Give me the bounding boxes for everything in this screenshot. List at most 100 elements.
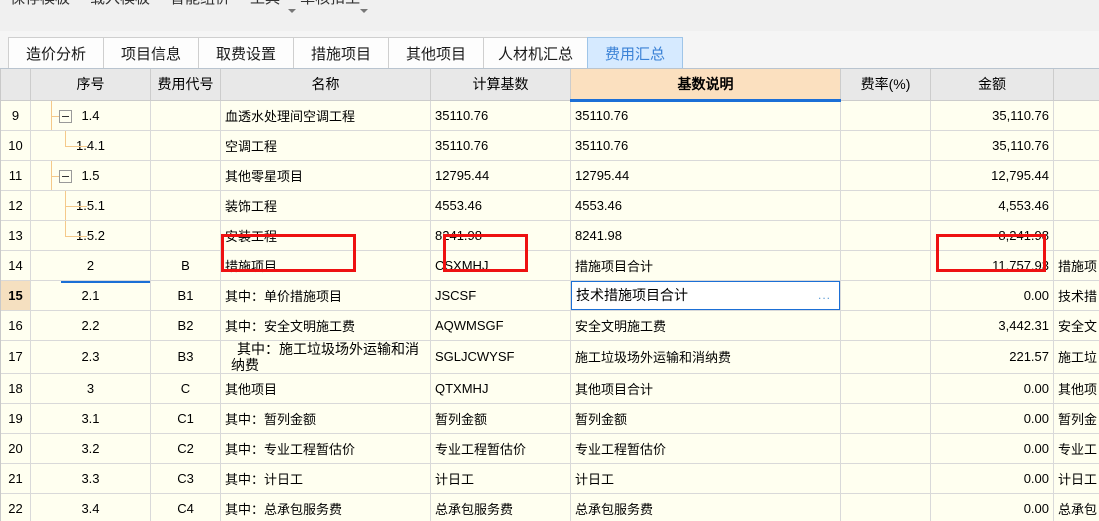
sequence-cell[interactable]: 1.5 (30, 159, 151, 191)
base-description-cell[interactable]: 总承包服务费 (570, 492, 841, 521)
sequence-cell[interactable]: 1.4 (30, 99, 151, 131)
rate-cell[interactable] (840, 432, 931, 464)
extra-cell[interactable]: 其他项 (1053, 372, 1099, 404)
base-description-cell[interactable]: 技术措施项目合计... (570, 279, 841, 311)
base-description-cell[interactable]: 35110.76 (570, 129, 841, 161)
item-name-cell[interactable]: 其他零星项目 (220, 159, 431, 191)
amount-cell[interactable]: 8,241.98 (930, 219, 1054, 251)
row-number-cell[interactable]: 18 (0, 372, 31, 404)
table-row[interactable]: 9 1.4 血透水处理间空调工程 35110.76 35110.76 35,110.76 (0, 99, 1099, 131)
sequence-cell[interactable]: 3.4 (30, 492, 151, 521)
rate-cell[interactable] (840, 402, 931, 434)
item-name-cell[interactable]: 其中：施工垃圾场外运输和消纳费 (220, 339, 431, 374)
item-name-cell[interactable]: 空调工程 (220, 129, 431, 161)
table-row[interactable]: 22 3.4 C4 其中：总承包服务费 总承包服务费 总承包服务费 0.00 总承包 (0, 492, 1099, 521)
rate-cell[interactable] (840, 99, 931, 131)
row-number-cell[interactable]: 10 (0, 129, 31, 161)
table-row[interactable]: 21 3.3 C3 其中：计日工 计日工 计日工 0.00 计日工 (0, 462, 1099, 494)
rate-cell[interactable] (840, 129, 931, 161)
base-description-cell[interactable]: 安全文明施工费 (570, 309, 841, 341)
calculation-base-cell[interactable]: 8241.98 (430, 219, 571, 251)
item-name-cell[interactable]: 其中：单价措施项目 (220, 279, 431, 311)
amount-cell[interactable]: 12,795.44 (930, 159, 1054, 191)
row-number-cell[interactable]: 9 (0, 99, 31, 131)
rate-cell[interactable] (840, 462, 931, 494)
fee-code-cell[interactable]: C4 (150, 492, 221, 521)
tab-measure-items[interactable]: 措施项目 (293, 37, 389, 68)
table-row[interactable]: 20 3.2 C2 其中：专业工程暂估价 专业工程暂估价 专业工程暂估价 0.00 专业工 (0, 432, 1099, 464)
amount-cell[interactable]: 3,442.31 (930, 309, 1054, 341)
row-number-cell[interactable]: 12 (0, 189, 31, 221)
tab-labor-material-machine-summary[interactable]: 人材机汇总 (483, 37, 589, 68)
amount-cell[interactable]: 0.00 (930, 492, 1054, 521)
base-description-cell[interactable]: 35110.76 (570, 99, 841, 131)
row-number-cell[interactable]: 14 (0, 249, 31, 281)
calculation-base-cell[interactable]: 35110.76 (430, 129, 571, 161)
sequence-cell[interactable]: 2.2 (30, 309, 151, 341)
chevron-down-icon[interactable] (360, 9, 368, 13)
tab-fee-settings[interactable]: 取费设置 (198, 37, 294, 68)
calculation-base-cell[interactable]: CSXMHJ (430, 249, 571, 281)
base-description-cell[interactable]: 暂列金额 (570, 402, 841, 434)
column-header-base[interactable]: 计算基数 (430, 69, 571, 101)
tab-other-items[interactable]: 其他项目 (388, 37, 484, 68)
base-description-cell[interactable]: 措施项目合计 (570, 249, 841, 281)
calculation-base-cell[interactable]: SGLJCWYSF (430, 339, 571, 374)
amount-cell[interactable]: 0.00 (930, 432, 1054, 464)
sequence-cell[interactable]: 1.5.1 (30, 189, 151, 221)
fee-code-cell[interactable]: C1 (150, 402, 221, 434)
sequence-cell[interactable]: 2 (30, 249, 151, 281)
extra-cell[interactable]: 措施项 (1053, 249, 1099, 281)
amount-cell[interactable]: 35,110.76 (930, 129, 1054, 161)
calculation-base-cell[interactable]: 计日工 (430, 462, 571, 494)
item-name-cell[interactable]: 其中：暂列金额 (220, 402, 431, 434)
tab-project-info[interactable]: 项目信息 (103, 37, 199, 68)
menu-item-single-check[interactable]: 单核扣工 (290, 0, 370, 9)
amount-cell[interactable]: 4,553.46 (930, 189, 1054, 221)
calculation-base-cell[interactable]: QTXMHJ (430, 372, 571, 404)
table-row[interactable]: 16 2.2 B2 其中：安全文明施工费 AQWMSGF 安全文明施工费 3,442.31 安… (0, 309, 1099, 341)
amount-cell[interactable]: 0.00 (930, 372, 1054, 404)
row-number-cell[interactable]: 20 (0, 432, 31, 464)
rate-cell[interactable] (840, 189, 931, 221)
table-row[interactable]: 15 2.1 B1 其中：单价措施项目 JSCSF 技术措施项目合计... 0.00 技术措 (0, 279, 1099, 311)
amount-cell[interactable]: 35,110.76 (930, 99, 1054, 131)
item-name-cell[interactable]: 其中：总承包服务费 (220, 492, 431, 521)
rate-cell[interactable] (840, 372, 931, 404)
chevron-down-icon[interactable] (288, 9, 296, 13)
menu-item-smart-pricing[interactable]: 智能组价 (160, 0, 240, 9)
fee-code-cell[interactable]: B2 (150, 309, 221, 341)
fee-code-cell[interactable]: C2 (150, 432, 221, 464)
menu-item-tools[interactable]: 工具 (240, 0, 290, 9)
base-description-cell[interactable]: 计日工 (570, 462, 841, 494)
fee-code-cell[interactable] (150, 159, 221, 191)
amount-cell[interactable]: 0.00 (930, 402, 1054, 434)
calculation-base-cell[interactable]: 4553.46 (430, 189, 571, 221)
tree-collapse-icon[interactable] (59, 109, 72, 123)
item-name-cell[interactable]: 血透水处理间空调工程 (220, 99, 431, 131)
table-row[interactable]: 10 1.4.1 空调工程 35110.76 35110.76 35,110.76 (0, 129, 1099, 161)
fee-summary-grid[interactable]: 序号 费用代号 名称 计算基数 基数说明 费率(%) 金额 9 1.4 血透水处理间… (0, 69, 1099, 521)
fee-code-cell[interactable]: B (150, 249, 221, 281)
tab-cost-analysis[interactable]: 造价分析 (8, 37, 104, 68)
column-header-rate[interactable]: 费率(%) (840, 69, 931, 101)
calculation-base-cell[interactable]: 暂列金额 (430, 402, 571, 434)
sequence-cell[interactable]: 3.3 (30, 462, 151, 494)
fee-code-cell[interactable]: C (150, 372, 221, 404)
extra-cell[interactable] (1053, 219, 1099, 251)
row-number-cell[interactable]: 16 (0, 309, 31, 341)
extra-cell[interactable] (1053, 159, 1099, 191)
item-name-cell[interactable]: 其中：专业工程暂估价 (220, 432, 431, 464)
base-description-cell[interactable]: 施工垃圾场外运输和消纳费 (570, 339, 841, 374)
fee-code-cell[interactable]: B1 (150, 279, 221, 311)
table-row[interactable]: 12 1.5.1 装饰工程 4553.46 4553.46 4,553.46 (0, 189, 1099, 221)
sequence-cell[interactable]: 1.5.2 (30, 219, 151, 251)
fee-code-cell[interactable]: B3 (150, 339, 221, 374)
fee-code-cell[interactable] (150, 219, 221, 251)
row-number-cell[interactable]: 19 (0, 402, 31, 434)
rate-cell[interactable] (840, 339, 931, 374)
column-header-seq[interactable]: 序号 (30, 69, 151, 101)
tree-collapse-icon[interactable] (59, 169, 72, 183)
table-row[interactable]: 19 3.1 C1 其中：暂列金额 暂列金额 暂列金额 0.00 暂列金 (0, 402, 1099, 434)
row-number-cell[interactable]: 15 (0, 279, 31, 311)
